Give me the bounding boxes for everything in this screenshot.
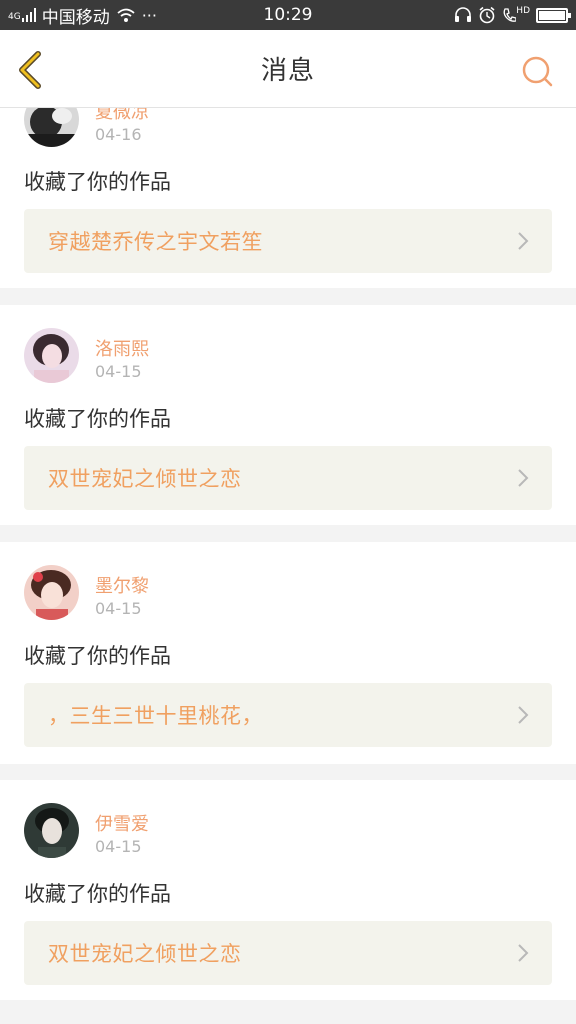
action-text: 收藏了你的作品	[24, 882, 171, 906]
work-title: 双世宠妃之倾世之恋	[48, 467, 242, 491]
chevron-right-icon	[518, 469, 529, 487]
signal-icon	[21, 8, 36, 22]
screen: 夏微凉 04-16 收藏了你的作品 穿越楚乔传之宇文若笙 洛雨熙 04-15 收…	[0, 0, 576, 1024]
action-text: 收藏了你的作品	[24, 644, 171, 668]
search-icon[interactable]	[520, 54, 554, 88]
hd-call-icon: HD	[502, 7, 530, 23]
page-title: 消息	[260, 56, 315, 86]
post-date: 04-16	[95, 125, 142, 144]
avatar[interactable]	[24, 565, 79, 620]
back-arrow-icon[interactable]	[14, 50, 48, 90]
status-bar: 4G 中国移动 ··· 10:29 HD	[0, 0, 576, 30]
wifi-icon	[117, 8, 135, 22]
nav-header: 消息	[0, 30, 576, 108]
avatar[interactable]	[24, 803, 79, 858]
headset-icon	[455, 7, 472, 22]
chevron-right-icon	[518, 232, 529, 250]
alarm-icon	[479, 6, 495, 24]
message-feed[interactable]: 夏微凉 04-16 收藏了你的作品 穿越楚乔传之宇文若笙 洛雨熙 04-15 收…	[0, 0, 576, 1024]
work-title: 双世宠妃之倾世之恋	[48, 942, 242, 966]
message-card: 墨尔黎 04-15 收藏了你的作品 ，三生三世十里桃花，	[0, 542, 576, 764]
action-text: 收藏了你的作品	[24, 407, 171, 431]
avatar[interactable]	[24, 328, 79, 383]
hd-label: HD	[516, 6, 530, 16]
user-name[interactable]: 洛雨熙	[95, 335, 149, 361]
message-card: 伊雪爱 04-15 收藏了你的作品 双世宠妃之倾世之恋	[0, 780, 576, 1000]
work-title: ，三生三世十里桃花，	[48, 704, 263, 728]
work-title: 穿越楚乔传之宇文若笙	[48, 230, 263, 254]
battery-icon	[536, 7, 571, 23]
work-link[interactable]: 双世宠妃之倾世之恋	[24, 446, 552, 510]
network-label: 4G	[8, 12, 21, 22]
network-type: 4G	[8, 8, 36, 22]
chevron-right-icon	[518, 706, 529, 724]
user-name[interactable]: 墨尔黎	[95, 572, 149, 598]
post-date: 04-15	[95, 837, 142, 856]
message-card: 洛雨熙 04-15 收藏了你的作品 双世宠妃之倾世之恋	[0, 305, 576, 525]
post-date: 04-15	[95, 599, 142, 618]
work-link[interactable]: ，三生三世十里桃花，	[24, 683, 552, 747]
more-dots: ···	[141, 5, 157, 25]
work-link[interactable]: 穿越楚乔传之宇文若笙	[24, 209, 552, 273]
carrier-name: 中国移动	[41, 7, 110, 28]
post-date: 04-15	[95, 362, 142, 381]
work-link[interactable]: 双世宠妃之倾世之恋	[24, 921, 552, 985]
action-text: 收藏了你的作品	[24, 170, 171, 194]
chevron-right-icon	[518, 944, 529, 962]
user-name[interactable]: 伊雪爱	[95, 810, 149, 836]
